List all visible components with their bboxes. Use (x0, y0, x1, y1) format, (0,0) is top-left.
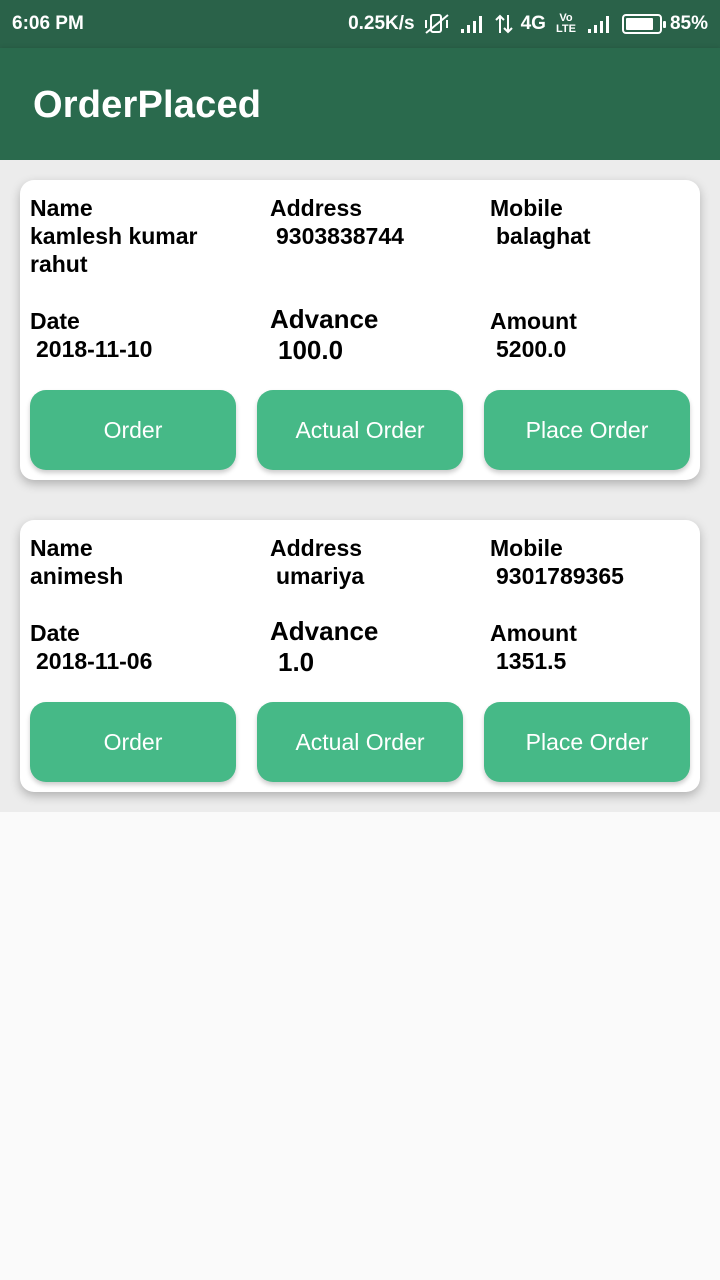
volte-label: Vo LTE (555, 12, 576, 35)
name-value: kamlesh kumar rahut (30, 223, 198, 277)
vibrate-off-icon (423, 12, 451, 36)
amount-label: Amount (490, 620, 577, 646)
mobile-label: Mobile (490, 195, 563, 221)
order-button[interactable]: Order (30, 702, 236, 782)
address-field: Address umariya (270, 534, 364, 590)
name-label: Name (30, 535, 93, 561)
amount-field: Amount 1351.5 (490, 619, 577, 675)
actual-order-button[interactable]: Actual Order (257, 702, 463, 782)
page-title: OrderPlaced (33, 84, 262, 126)
status-time: 6:06 PM (12, 13, 84, 34)
signal-icon-2 (586, 13, 614, 35)
order-row: Name animesh Address umariya Mobile 9301… (0, 500, 720, 812)
amount-field: Amount 5200.0 (490, 307, 577, 363)
date-label: Date (30, 620, 80, 646)
mobile-value: 9301789365 (496, 563, 624, 589)
date-field: Date 2018-11-06 (30, 619, 152, 675)
address-value: umariya (276, 563, 365, 589)
app-bar: OrderPlaced (0, 48, 720, 160)
data-arrows-icon (494, 13, 513, 35)
date-value: 2018-11-10 (36, 336, 153, 362)
battery-icon (621, 14, 666, 34)
place-order-button[interactable]: Place Order (484, 390, 690, 470)
battery-percent: 85% (669, 13, 708, 34)
name-label: Name (30, 195, 93, 221)
mobile-field: Mobile 9301789365 (490, 534, 624, 590)
name-field: Name animesh (30, 534, 250, 590)
advance-value: 100.0 (278, 335, 344, 365)
order-list: Name kamlesh kumar rahut Address 9303838… (0, 160, 720, 812)
signal-icon (459, 13, 487, 35)
amount-value: 1351.5 (496, 648, 567, 674)
address-field: Address 9303838744 (270, 194, 404, 250)
advance-label: Advance (270, 304, 379, 334)
status-bar: 6:06 PM 0.25K/s 4G Vo LTE 85% (0, 0, 720, 48)
advance-label: Advance (270, 616, 379, 646)
date-field: Date 2018-11-10 (30, 307, 152, 363)
order-card: Name animesh Address umariya Mobile 9301… (20, 520, 700, 792)
date-label: Date (30, 308, 80, 334)
mobile-field: Mobile balaghat (490, 194, 591, 250)
amount-label: Amount (490, 308, 577, 334)
address-label: Address (270, 535, 363, 561)
mobile-value: balaghat (496, 223, 591, 249)
name-value: animesh (30, 563, 124, 589)
status-icons: 0.25K/s 4G Vo LTE 85% (348, 0, 708, 48)
place-order-button[interactable]: Place Order (484, 702, 690, 782)
battery-fill (625, 18, 654, 30)
order-row: Name kamlesh kumar rahut Address 9303838… (0, 160, 720, 500)
advance-field: Advance 1.0 (270, 616, 378, 678)
amount-value: 5200.0 (496, 336, 567, 362)
advance-field: Advance 100.0 (270, 304, 378, 366)
address-label: Address (270, 195, 363, 221)
address-value: 9303838744 (276, 223, 404, 249)
advance-value: 1.0 (278, 647, 315, 677)
actual-order-button[interactable]: Actual Order (257, 390, 463, 470)
name-field: Name kamlesh kumar rahut (30, 194, 250, 278)
date-value: 2018-11-06 (36, 648, 153, 674)
mobile-label: Mobile (490, 535, 563, 561)
order-card: Name kamlesh kumar rahut Address 9303838… (20, 180, 700, 480)
order-button[interactable]: Order (30, 390, 236, 470)
network-speed: 0.25K/s (348, 13, 415, 34)
network-type: 4G (520, 13, 546, 34)
